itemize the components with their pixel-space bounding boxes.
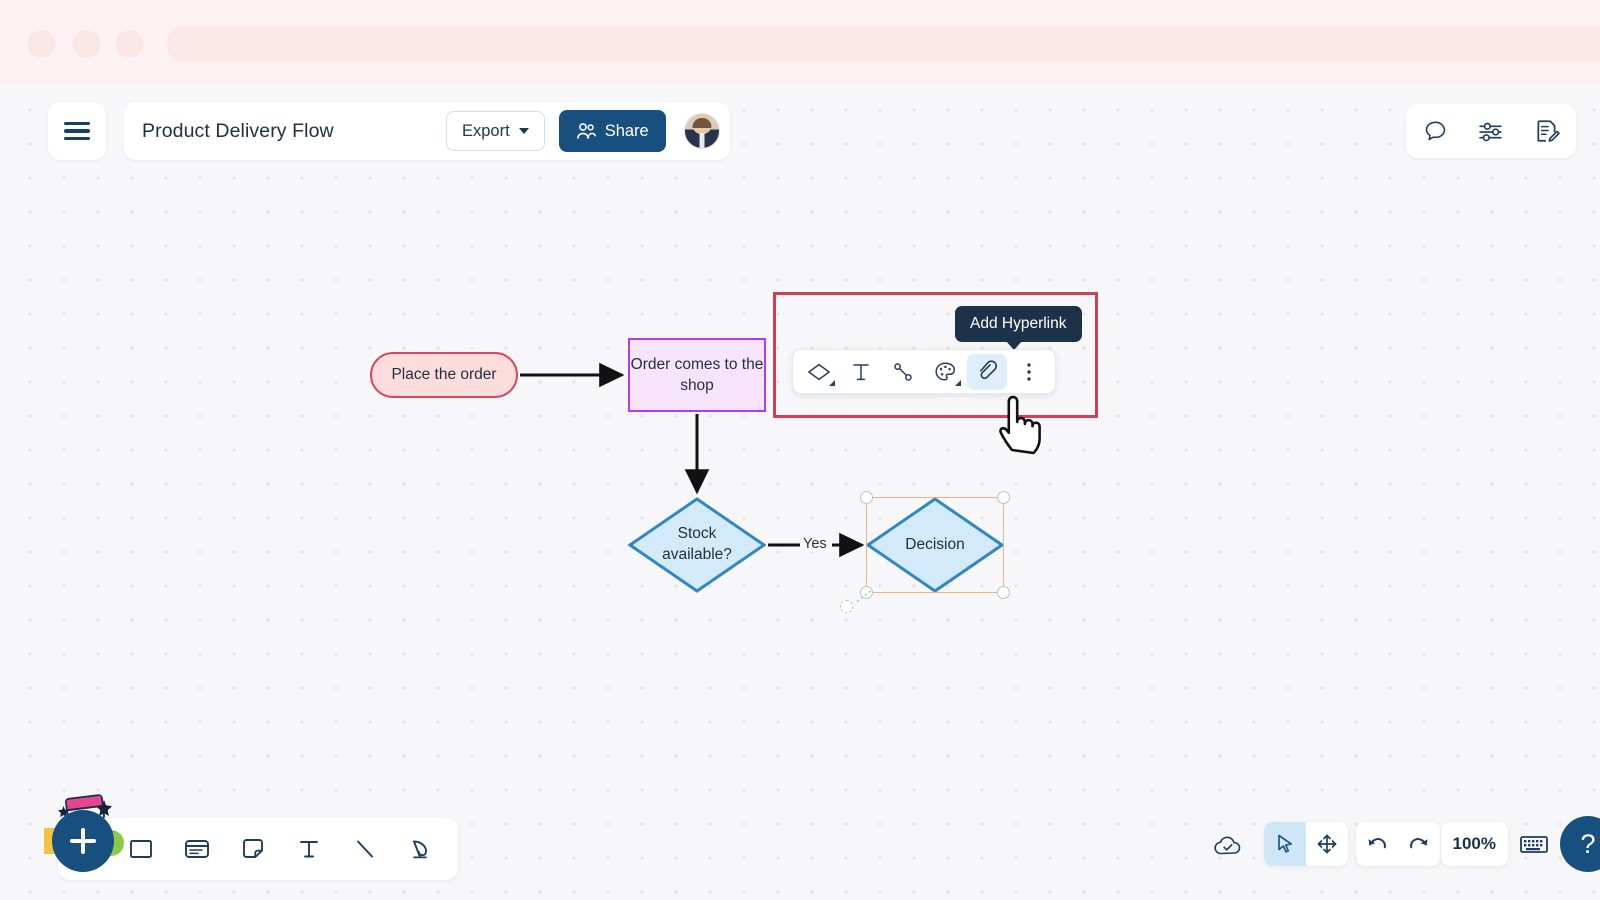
- pointing-hand-cursor: [999, 395, 1041, 455]
- text-icon: [853, 363, 869, 380]
- change-shape-button[interactable]: [799, 354, 839, 390]
- connector-line-icon: [894, 362, 912, 381]
- link-icon: [979, 360, 997, 380]
- undo-arrow-icon: [1368, 838, 1386, 849]
- shape-label: Decision: [905, 535, 965, 553]
- top-right-toolbar: [1406, 104, 1576, 158]
- cloud-saved-status: [1208, 826, 1248, 866]
- diagram-canvas[interactable]: [0, 84, 1600, 900]
- export-label: Export: [462, 121, 510, 140]
- pen-icon: [412, 840, 427, 858]
- page-title[interactable]: Product Delivery Flow: [142, 120, 432, 143]
- export-button[interactable]: Export: [446, 111, 545, 151]
- browser-url-bar[interactable]: [166, 26, 1600, 62]
- card-icon: [185, 840, 209, 858]
- shape-context-toolbar: [792, 349, 1056, 394]
- shape-label: Order comes to the shop: [630, 355, 764, 394]
- people-icon: [576, 123, 596, 139]
- add-hyperlink-button[interactable]: [967, 353, 1007, 390]
- shape-order-comes-to-the-shop[interactable]: Order comes to the shop: [628, 338, 766, 412]
- avatar[interactable]: [683, 113, 720, 149]
- rectangle-tool-button[interactable]: [120, 828, 162, 870]
- window-dot-maximize[interactable]: [116, 30, 144, 58]
- comments-button[interactable]: [1416, 112, 1454, 150]
- comment-bubble-icon: [1425, 121, 1445, 140]
- tooltip-label: Add Hyperlink: [970, 315, 1067, 332]
- more-options-button[interactable]: [1009, 354, 1049, 390]
- text-tool-button[interactable]: [288, 828, 330, 870]
- select-mode-button[interactable]: [1264, 822, 1306, 866]
- tooltip-add-hyperlink: Add Hyperlink: [955, 306, 1082, 342]
- sticky-note-tool-button[interactable]: [232, 828, 274, 870]
- resize-handle-top-left[interactable]: [860, 491, 873, 504]
- line-icon: [357, 840, 373, 858]
- chevron-down-icon: [829, 379, 835, 386]
- cursor-arrow-icon: [1278, 834, 1293, 853]
- share-label: Share: [604, 121, 649, 140]
- line-tool-button[interactable]: [344, 828, 386, 870]
- redo-arrow-icon: [1410, 838, 1428, 849]
- hamburger-menu-button[interactable]: [48, 102, 106, 160]
- document-header-bar: Product Delivery Flow Export Share: [124, 102, 730, 160]
- resize-handle-bottom-right[interactable]: [997, 586, 1010, 599]
- move-arrows-icon: [1317, 834, 1337, 854]
- history-group: [1356, 822, 1440, 866]
- rotate-handle-connector: [854, 590, 872, 604]
- shape-place-the-order[interactable]: Place the order: [370, 352, 518, 398]
- shape-stock-available[interactable]: Stock available?: [628, 497, 766, 593]
- zoom-level-label: 100%: [1452, 834, 1496, 853]
- undo-button[interactable]: [1356, 822, 1398, 866]
- settings-button[interactable]: [1472, 112, 1510, 150]
- pen-tool-button[interactable]: [400, 828, 442, 870]
- cloud-saved-icon: [1214, 836, 1241, 855]
- card-tool-button[interactable]: [176, 828, 218, 870]
- notes-button[interactable]: [1528, 112, 1566, 150]
- text-icon: [300, 841, 318, 858]
- window-dot-close[interactable]: [28, 30, 56, 58]
- connector-button[interactable]: [883, 354, 923, 390]
- edit-document-icon: [1537, 120, 1560, 142]
- zoom-level-control[interactable]: 100%: [1440, 822, 1508, 866]
- sliders-icon: [1478, 122, 1502, 141]
- browser-chrome: [0, 0, 1600, 84]
- redo-button[interactable]: [1398, 822, 1440, 866]
- chevron-down-icon: [955, 379, 961, 386]
- keyboard-shortcuts-button[interactable]: [1514, 824, 1554, 864]
- sticky-note-icon: [243, 839, 263, 858]
- shape-label: Stock available?: [662, 525, 732, 563]
- text-format-button[interactable]: [841, 354, 881, 390]
- pan-mode-button[interactable]: [1306, 822, 1348, 866]
- help-label: ?: [1580, 828, 1596, 859]
- shape-label: Place the order: [391, 366, 497, 383]
- hamburger-icon: [64, 118, 90, 144]
- add-button[interactable]: [52, 810, 114, 872]
- color-palette-button[interactable]: [925, 354, 965, 390]
- palette-icon: [934, 361, 955, 381]
- rotate-handle[interactable]: [840, 600, 853, 613]
- three-dots-vertical-icon: [1027, 362, 1031, 381]
- diamond-shape-icon: [808, 363, 830, 380]
- resize-handle-top-right[interactable]: [997, 491, 1010, 504]
- edge-label-yes: Yes: [800, 536, 830, 552]
- chevron-down-icon: [518, 128, 529, 134]
- share-button[interactable]: Share: [558, 110, 666, 152]
- window-dot-minimize[interactable]: [72, 30, 100, 58]
- keyboard-icon: [1520, 836, 1548, 853]
- canvas-mode-group: [1264, 822, 1348, 866]
- rectangle-icon: [130, 840, 152, 858]
